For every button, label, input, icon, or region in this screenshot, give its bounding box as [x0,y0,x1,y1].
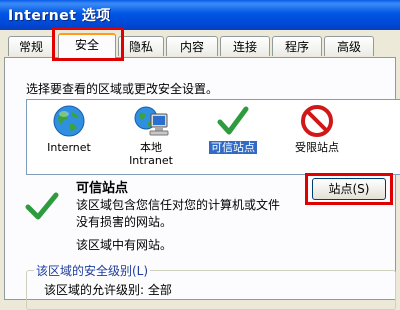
tab-privacy[interactable]: 隐私 [118,36,164,56]
tab-content[interactable]: 内容 [166,36,218,56]
zone-restricted-sites[interactable]: 受限站点 [282,104,352,154]
sites-button-highlight [305,173,393,205]
security-level-legend: 该区域的安全级别(L) [34,262,151,279]
zone-internet[interactable]: Internet [36,104,102,154]
zone-note: 该区域中有网站。 [76,238,173,252]
zone-description: 该区域包含您信任对您的计算机或文件没有损害的网站。 [76,198,281,229]
allowed-level-label: 该区域的允许级别: [44,283,145,297]
security-tab-highlight [52,27,124,61]
zone-label-local-intranet: 本地 Intranet [129,141,173,167]
globe-icon [53,105,85,137]
allowed-level-value: 全部 [147,283,172,297]
no-entry-icon [301,105,333,137]
zone-label-internet: Internet [47,141,91,154]
zone-heading: 可信站点 [76,181,129,196]
title-bar: Internet 选项 [0,0,400,30]
tab-programs[interactable]: 程序 [272,36,322,56]
zone-prompt: 选择要查看的区域或更改安全设置。 [26,82,219,96]
checkmark-icon [217,106,249,135]
zone-label-restricted-sites: 受限站点 [295,141,339,154]
computer-globe-icon [134,106,169,136]
allowed-level-line: 该区域的允许级别: 全部 [44,281,172,298]
zone-label-trusted-sites: 可信站点 [209,141,257,154]
tab-general[interactable]: 常规 [8,36,54,56]
zone-trusted-sites[interactable]: 可信站点 [198,104,268,154]
zone-local-intranet[interactable]: 本地 Intranet [118,104,184,167]
tab-advanced[interactable]: 高级 [324,36,374,56]
trusted-sites-checkmark-icon [25,192,59,220]
window-title: Internet 选项 [8,8,111,24]
tab-connections[interactable]: 连接 [220,36,270,56]
